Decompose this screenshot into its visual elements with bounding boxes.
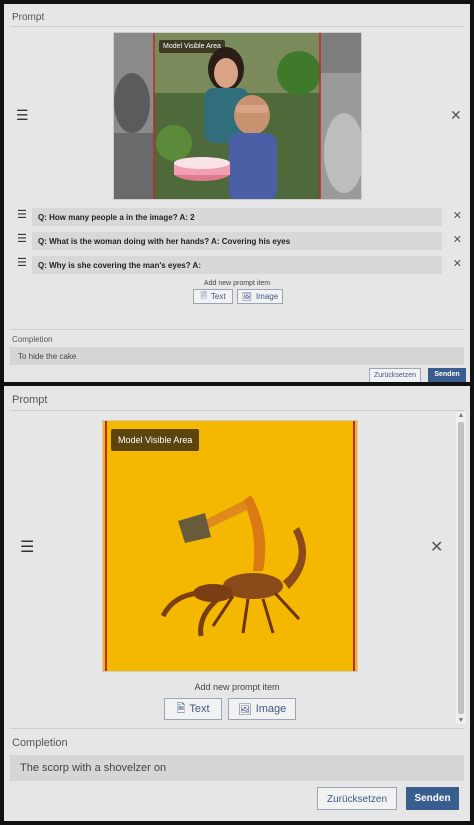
reset-button[interactable]: Zurücksetzen [317,787,397,810]
send-button[interactable]: Senden [406,787,459,810]
add-text-button[interactable]: 🗎 Text [164,698,222,720]
text-button-label: Text [189,703,210,715]
divider [10,410,464,411]
image-icon: 🖼 [241,292,252,301]
bottom-panel: Prompt ▲ ▼ ☰ Model Visible Area ✕ Add ne… [0,382,474,825]
drag-handle-icon[interactable]: ☰ [20,540,34,556]
completion-field[interactable]: The scorp with a shovelzer on [10,755,464,781]
scorpion-excavator-image [103,421,357,671]
drag-handle-icon[interactable]: ☰ [16,108,29,122]
image-icon: 🖼 [237,703,252,716]
close-icon[interactable]: ✕ [430,540,443,556]
close-icon[interactable]: ✕ [453,257,462,270]
top-panel: Prompt ☰ Model Visible Area ✕ ☰ Q: How m… [0,0,474,388]
model-visible-area-label: Model Visible Area [159,40,225,53]
add-image-button[interactable]: 🖼 Image [237,289,283,304]
drag-handle-icon[interactable]: ☰ [17,232,27,245]
party-photo [114,33,361,199]
divider [10,26,464,27]
scroll-up-icon[interactable]: ▲ [456,412,466,419]
drag-handle-icon[interactable]: ☰ [17,208,27,221]
scrollbar[interactable]: ▲ ▼ [456,412,466,724]
prompt-label: Prompt [12,12,45,23]
prompt-image: Model Visible Area [113,32,362,200]
prompt-item[interactable]: Q: Why is she covering the man's eyes? A… [32,256,442,274]
prompt-image: Model Visible Area [102,420,358,672]
drag-handle-icon[interactable]: ☰ [17,256,27,269]
prompt-item-text: Q: Why is she covering the man's eyes? A… [38,261,201,270]
prompt-item[interactable]: Q: How many people a in the image? A: 2 [32,208,442,226]
add-text-button[interactable]: 🗎 Text [193,289,233,304]
completion-field[interactable]: To hide the cake [10,347,464,365]
completion-label: Completion [12,737,68,749]
image-button-label: Image [255,292,279,301]
model-visible-area-label: Model Visible Area [111,429,200,451]
divider [10,728,464,729]
close-icon[interactable]: ✕ [453,233,462,246]
text-doc-icon: 🗎 [200,290,207,300]
close-icon[interactable]: ✕ [450,108,462,122]
add-prompt-label: Add new prompt item [203,280,271,287]
add-prompt-label: Add new prompt item [194,682,280,692]
scroll-thumb[interactable] [458,422,464,714]
close-icon[interactable]: ✕ [453,209,462,222]
scroll-down-icon[interactable]: ▼ [456,717,466,724]
prompt-label: Prompt [12,394,48,406]
prompt-item-text: Q: How many people a in the image? A: 2 [38,213,195,222]
text-button-label: Text [210,292,226,301]
divider [10,329,464,330]
completion-label: Completion [12,335,53,344]
prompt-item-text: Q: What is the woman doing with her hand… [38,237,291,246]
text-doc-icon: 🗎 [176,702,186,715]
image-button-label: Image [255,703,287,715]
prompt-item[interactable]: Q: What is the woman doing with her hand… [32,232,442,250]
add-image-button[interactable]: 🖼 Image [228,698,296,720]
